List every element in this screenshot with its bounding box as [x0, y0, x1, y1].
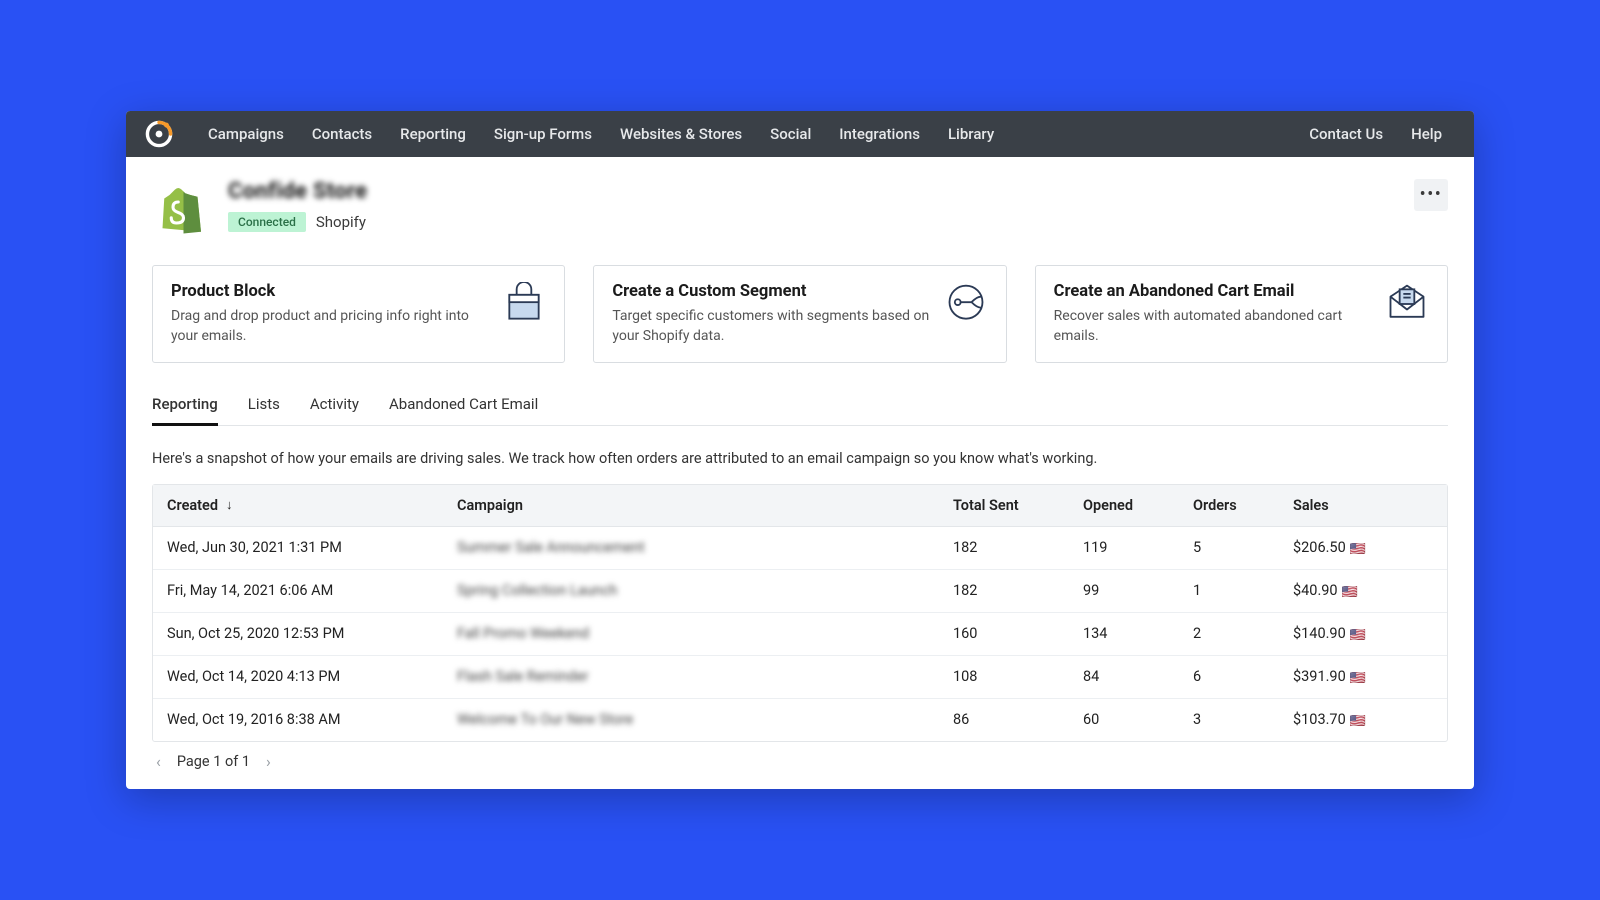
tab-lists[interactable]: Lists [248, 387, 280, 425]
status-badge: Connected [228, 212, 306, 232]
top-nav: Campaigns Contacts Reporting Sign-up For… [126, 111, 1474, 157]
nav-contacts[interactable]: Contacts [298, 111, 386, 157]
table-row[interactable]: Wed, Oct 14, 2020 4:13 PM Flash Sale Rem… [153, 656, 1447, 699]
nav-integrations[interactable]: Integrations [825, 111, 934, 157]
cell-created: Fri, May 14, 2021 6:06 AM [167, 582, 457, 599]
flag-icon: 🇺🇸 [1342, 585, 1358, 600]
card-desc: Target specific customers with segments … [612, 307, 929, 346]
col-total-sent[interactable]: Total Sent [953, 497, 1083, 514]
card-custom-segment[interactable]: Create a Custom Segment Target specific … [593, 265, 1006, 363]
cell-sales: $206.50🇺🇸 [1293, 539, 1433, 557]
cell-opened: 84 [1083, 668, 1193, 685]
cell-opened: 99 [1083, 582, 1193, 599]
nav-campaigns[interactable]: Campaigns [194, 111, 298, 157]
platform-name: Shopify [316, 213, 366, 231]
shopping-bag-icon [502, 282, 546, 322]
cell-sales: $140.90🇺🇸 [1293, 625, 1433, 643]
cell-orders: 1 [1193, 582, 1293, 599]
sub-tabs: Reporting Lists Activity Abandoned Cart … [152, 387, 1448, 426]
pagination-label: Page 1 of 1 [177, 753, 250, 770]
cell-sales: $391.90🇺🇸 [1293, 668, 1433, 686]
card-product-block[interactable]: Product Block Drag and drop product and … [152, 265, 565, 363]
store-name: Confide Store [228, 179, 367, 204]
flag-icon: 🇺🇸 [1350, 714, 1366, 729]
action-cards: Product Block Drag and drop product and … [152, 265, 1448, 363]
nav-social[interactable]: Social [756, 111, 825, 157]
flag-icon: 🇺🇸 [1350, 671, 1366, 686]
cell-total-sent: 182 [953, 539, 1083, 556]
cell-campaign: Welcome To Our New Store [457, 711, 953, 728]
card-title: Create an Abandoned Cart Email [1054, 282, 1371, 301]
col-created-label: Created [167, 497, 218, 514]
cell-sales: $103.70🇺🇸 [1293, 711, 1433, 729]
cell-campaign: Flash Sale Reminder [457, 668, 953, 685]
col-orders[interactable]: Orders [1193, 497, 1293, 514]
cell-orders: 3 [1193, 711, 1293, 728]
cell-orders: 6 [1193, 668, 1293, 685]
cell-opened: 119 [1083, 539, 1193, 556]
table-header-row: Created ↓ Campaign Total Sent Opened Ord… [153, 485, 1447, 527]
snapshot-description: Here's a snapshot of how your emails are… [152, 448, 1448, 470]
table-row[interactable]: Wed, Jun 30, 2021 1:31 PM Summer Sale An… [153, 527, 1447, 570]
cell-orders: 2 [1193, 625, 1293, 642]
flag-icon: 🇺🇸 [1350, 628, 1366, 643]
prev-page-button[interactable]: ‹ [156, 752, 161, 771]
cell-opened: 134 [1083, 625, 1193, 642]
cell-campaign: Summer Sale Announcement [457, 539, 953, 556]
cell-created: Wed, Oct 14, 2020 4:13 PM [167, 668, 457, 685]
nav-library[interactable]: Library [934, 111, 1008, 157]
integration-header: Confide Store Connected Shopify ••• [152, 179, 1448, 237]
pagination: ‹ Page 1 of 1 › [152, 742, 1448, 775]
cell-created: Wed, Jun 30, 2021 1:31 PM [167, 539, 457, 556]
cell-created: Sun, Oct 25, 2020 12:53 PM [167, 625, 457, 642]
segment-icon [944, 282, 988, 322]
nav-contact-us[interactable]: Contact Us [1295, 111, 1397, 157]
shopify-icon [152, 181, 208, 237]
app-frame: Campaigns Contacts Reporting Sign-up For… [126, 111, 1474, 789]
card-title: Create a Custom Segment [612, 282, 929, 301]
table-row[interactable]: Sun, Oct 25, 2020 12:53 PM Fall Promo We… [153, 613, 1447, 656]
next-page-button[interactable]: › [266, 752, 271, 771]
card-desc: Drag and drop product and pricing info r… [171, 307, 488, 346]
more-actions-button[interactable]: ••• [1414, 179, 1448, 211]
table-row[interactable]: Wed, Oct 19, 2016 8:38 AM Welcome To Our… [153, 699, 1447, 741]
brand-logo-icon[interactable] [144, 119, 174, 149]
card-title: Product Block [171, 282, 488, 301]
cell-total-sent: 86 [953, 711, 1083, 728]
col-created[interactable]: Created ↓ [167, 497, 457, 514]
cell-total-sent: 182 [953, 582, 1083, 599]
cell-opened: 60 [1083, 711, 1193, 728]
tab-abandoned-cart[interactable]: Abandoned Cart Email [389, 387, 538, 425]
col-opened[interactable]: Opened [1083, 497, 1193, 514]
col-campaign[interactable]: Campaign [457, 497, 953, 514]
nav-reporting[interactable]: Reporting [386, 111, 480, 157]
ellipsis-icon: ••• [1420, 186, 1443, 204]
cell-sales: $40.90🇺🇸 [1293, 582, 1433, 600]
tab-activity[interactable]: Activity [310, 387, 359, 425]
cell-total-sent: 108 [953, 668, 1083, 685]
col-sales[interactable]: Sales [1293, 497, 1433, 514]
nav-signup-forms[interactable]: Sign-up Forms [480, 111, 606, 157]
cell-campaign: Fall Promo Weekend [457, 625, 953, 642]
reporting-table: Created ↓ Campaign Total Sent Opened Ord… [152, 484, 1448, 742]
envelope-icon [1385, 282, 1429, 322]
card-desc: Recover sales with automated abandoned c… [1054, 307, 1371, 346]
cell-created: Wed, Oct 19, 2016 8:38 AM [167, 711, 457, 728]
tab-reporting[interactable]: Reporting [152, 387, 218, 425]
card-abandoned-cart[interactable]: Create an Abandoned Cart Email Recover s… [1035, 265, 1448, 363]
nav-help[interactable]: Help [1397, 111, 1456, 157]
table-row[interactable]: Fri, May 14, 2021 6:06 AM Spring Collect… [153, 570, 1447, 613]
nav-websites-stores[interactable]: Websites & Stores [606, 111, 756, 157]
cell-orders: 5 [1193, 539, 1293, 556]
flag-icon: 🇺🇸 [1350, 542, 1366, 557]
sort-desc-icon: ↓ [226, 497, 233, 513]
cell-campaign: Spring Collection Launch [457, 582, 953, 599]
cell-total-sent: 160 [953, 625, 1083, 642]
